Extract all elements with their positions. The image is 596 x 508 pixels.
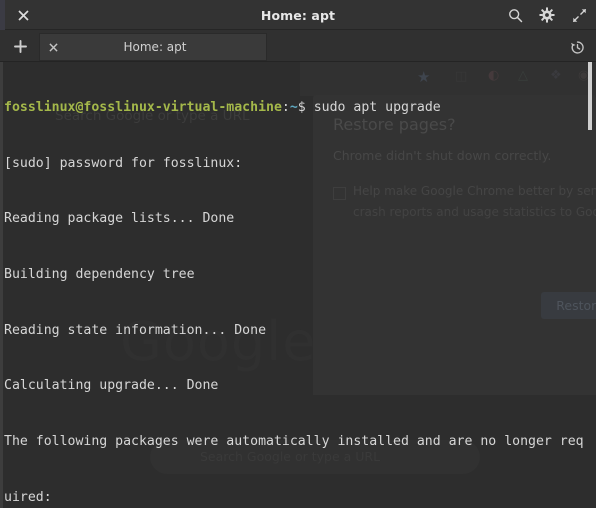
terminal-line: [sudo] password for fosslinux:	[4, 155, 243, 171]
terminal-line: Calculating upgrade... Done	[4, 378, 219, 394]
plus-icon	[13, 39, 27, 53]
gear-icon[interactable]	[536, 4, 558, 26]
prompt-path: ~	[289, 100, 298, 116]
expand-glyph	[572, 8, 586, 22]
history-glyph	[570, 40, 584, 54]
terminal-prompt-line: fosslinux@fosslinux-virtual-machine:~$ s…	[4, 99, 596, 118]
tab-bar: Home: apt	[0, 30, 596, 62]
terminal-output: fosslinux@fosslinux-virtual-machine:~$ s…	[4, 62, 596, 508]
search-icon[interactable]	[504, 4, 526, 26]
close-icon	[48, 42, 58, 52]
window-close-button[interactable]	[8, 0, 38, 30]
tab-home-apt[interactable]: Home: apt	[39, 33, 267, 61]
prompt-command: sudo apt upgrade	[305, 100, 441, 116]
titlebar-actions	[504, 0, 590, 30]
tab-label: Home: apt	[123, 40, 187, 54]
expand-icon[interactable]	[568, 4, 590, 26]
close-icon	[17, 9, 29, 21]
terminal-line: Building dependency tree	[4, 267, 195, 283]
new-tab-button[interactable]	[4, 31, 36, 61]
terminal-line: uired:	[4, 489, 52, 505]
terminal-window: Home: apt Home: apt Search Google or typ…	[0, 0, 596, 508]
window-titlebar: Home: apt	[0, 0, 596, 30]
terminal-line: Reading package lists... Done	[4, 211, 235, 227]
terminal-body[interactable]: Search Google or type a URL ★ ◫ ◐ △ ❖ ◉ …	[0, 62, 596, 508]
titlebar-left-accent	[0, 0, 5, 30]
terminal-line: Reading state information... Done	[4, 322, 267, 338]
prompt-colon: :	[281, 100, 290, 116]
terminal-left-edge	[0, 62, 3, 508]
terminal-scrollbar-thumb[interactable]	[588, 62, 592, 130]
history-icon[interactable]	[564, 34, 590, 60]
gear-glyph	[539, 7, 555, 23]
tab-close-button[interactable]	[40, 34, 66, 60]
terminal-line: The following packages were automaticall…	[4, 433, 584, 449]
prompt-dollar: $	[297, 100, 306, 116]
prompt-user-host: fosslinux@fosslinux-virtual-machine	[4, 100, 282, 116]
search-glyph	[508, 8, 522, 22]
